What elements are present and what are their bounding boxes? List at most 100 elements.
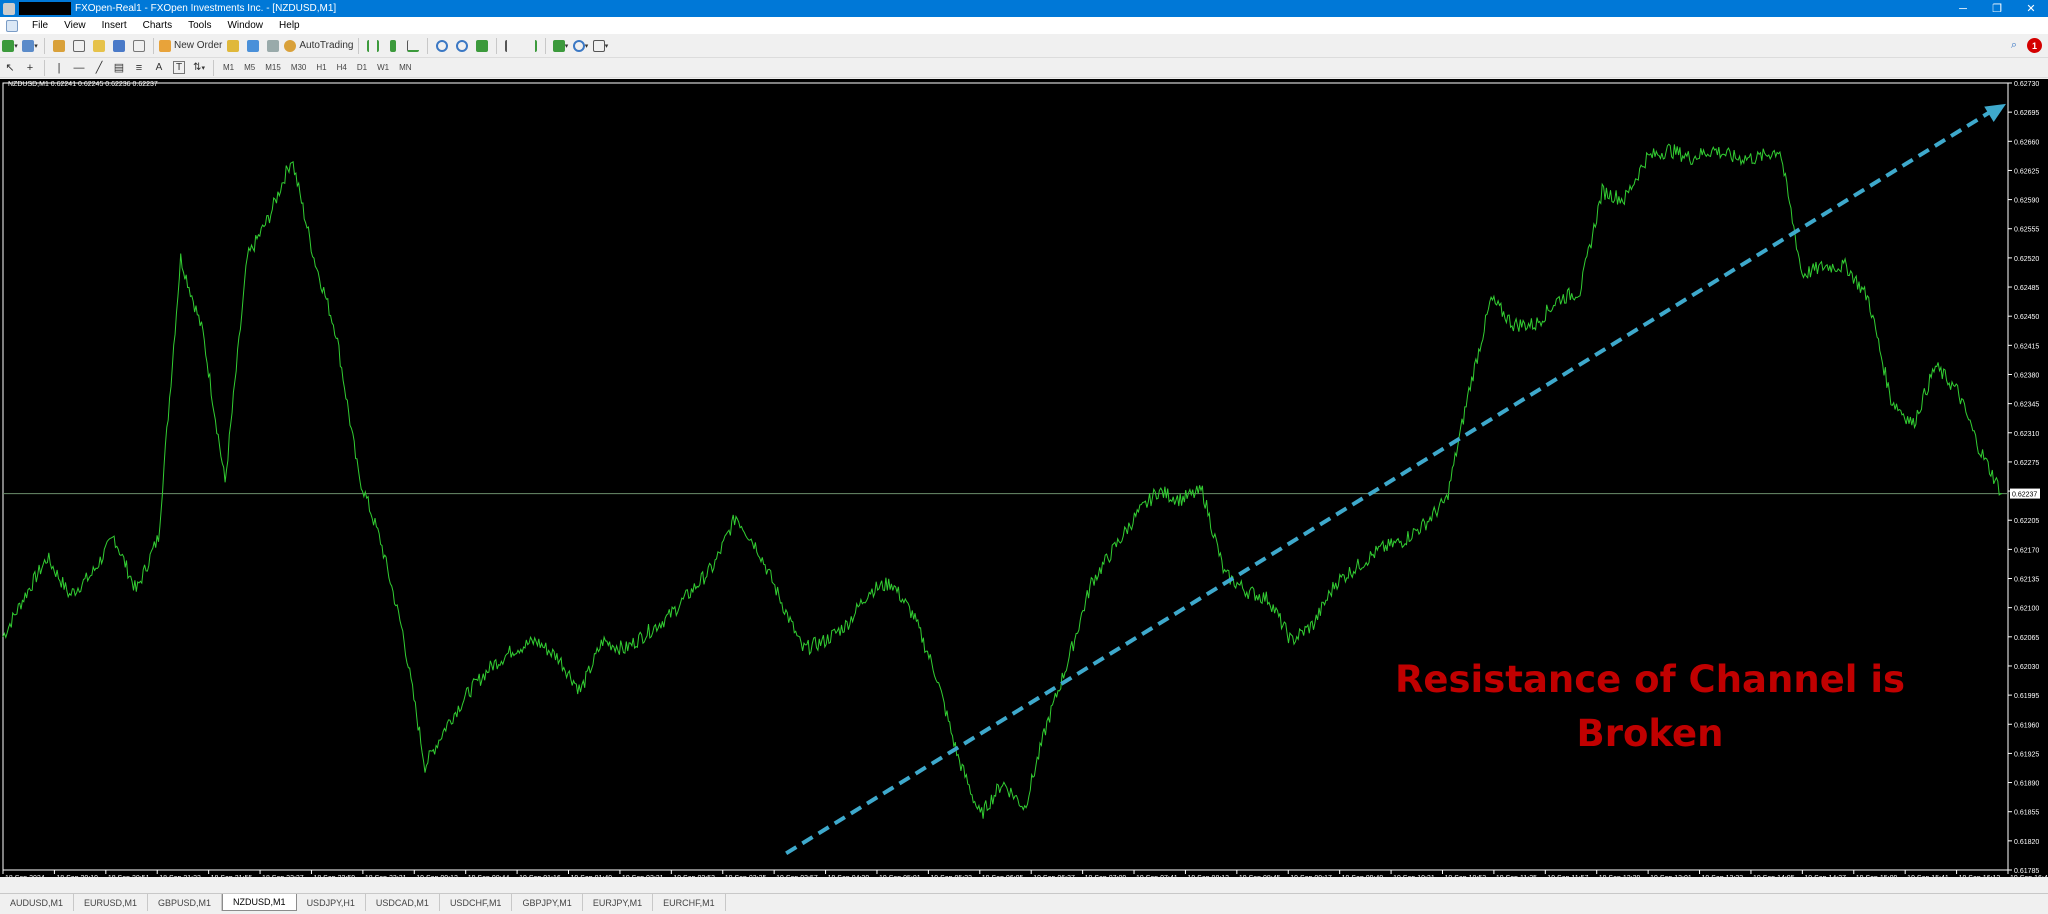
y-tick-label: 0.62170 [2014, 547, 2039, 554]
cursor-tool-button[interactable]: ↖ [1, 59, 19, 77]
timeframe-m1[interactable]: M1 [218, 63, 239, 72]
new-chart-button[interactable]: ▾ [1, 37, 19, 55]
timeframe-m30[interactable]: M30 [286, 63, 312, 72]
chart-tab[interactable]: AUDUSD,M1 [0, 894, 75, 911]
y-tick-label: 0.62030 [2014, 664, 2039, 671]
x-tick-label: 19 Sep 07:41 [1136, 875, 1178, 877]
terminal-icon [113, 39, 125, 52]
timeframe-m15[interactable]: M15 [260, 63, 286, 72]
x-tick-label: 19 Sep 01:49 [571, 875, 613, 877]
title-bar: FXOpen-Real1 - FXOpen Investments Inc. -… [0, 0, 2048, 17]
new-order-label: New Order [174, 40, 223, 51]
zoom-in-button[interactable] [433, 37, 451, 55]
templates-button[interactable]: ▾ [591, 37, 609, 55]
chart-tab[interactable]: USDCHF,M1 [440, 894, 513, 911]
menu-view[interactable]: View [56, 20, 94, 31]
timeframe-w1[interactable]: W1 [372, 63, 394, 72]
arrows-button[interactable]: ⇅ ▾ [190, 59, 208, 77]
x-tick-label: 19 Sep 14:05 [1753, 875, 1795, 877]
x-tick-label: 19 Sep 08:45 [1239, 875, 1281, 877]
data-window-button[interactable] [70, 37, 88, 55]
cursor-icon: ↖ [5, 62, 15, 74]
label-tool-button[interactable]: T [170, 59, 188, 77]
y-tick-label: 0.61890 [2014, 781, 2039, 788]
menu-window[interactable]: Window [219, 20, 271, 31]
x-tick-label: 19 Sep 15:09 [1856, 875, 1898, 877]
menu-charts[interactable]: Charts [135, 20, 180, 31]
x-tick-label: 19 Sep 01:16 [519, 875, 561, 877]
crosshair-tool-button[interactable]: + [21, 59, 39, 77]
menu-file[interactable]: File [24, 20, 56, 31]
menu-tools[interactable]: Tools [180, 20, 219, 31]
market-button[interactable] [264, 37, 282, 55]
x-tick-label: 19 Sep 05:33 [930, 875, 972, 877]
market-watch-button[interactable] [50, 37, 68, 55]
dropdown-arrow-icon: ▾ [564, 42, 569, 50]
metaeditor-button[interactable] [224, 37, 242, 55]
chart-shift-button[interactable] [502, 37, 520, 55]
market-watch-icon [53, 39, 65, 52]
vertical-line-button[interactable]: | [50, 59, 68, 77]
chart-tab[interactable]: GBPJPY,M1 [512, 894, 583, 911]
chart-tab[interactable]: USDJPY,H1 [297, 894, 366, 911]
x-tick-label: 19 Sep 03:57 [776, 875, 818, 877]
tile-windows-button[interactable] [473, 37, 491, 55]
menu-help[interactable]: Help [271, 20, 308, 31]
strategy-tester-button[interactable] [130, 37, 148, 55]
chart-tab[interactable]: GBPUSD,M1 [148, 894, 223, 911]
standard-toolbar: ▾ ▾ New Order AutoTrading ▾ ▾ ▾ [0, 34, 2048, 58]
signals-button[interactable] [244, 37, 262, 55]
x-tick-label: 19 Sep 03:25 [725, 875, 767, 877]
timeframe-m5[interactable]: M5 [239, 63, 260, 72]
notification-badge[interactable]: 1 [2027, 38, 2042, 53]
x-tick-label: 19 Sep 12:29 [1599, 875, 1641, 877]
profiles-button[interactable]: ▾ [21, 37, 39, 55]
zoom-out-button[interactable] [453, 37, 471, 55]
templates-icon [592, 39, 605, 52]
minimize-button[interactable]: ─ [1946, 0, 1980, 17]
x-tick-label: 19 Sep 02:21 [622, 875, 664, 877]
indicators-button[interactable]: ▾ [551, 37, 569, 55]
x-tick-label: 19 Sep 07:09 [1085, 875, 1127, 877]
trendline-button[interactable]: ╱ [90, 59, 108, 77]
new-order-icon [159, 39, 171, 52]
y-tick-label: 0.62205 [2014, 518, 2039, 525]
autoscroll-button[interactable] [522, 37, 540, 55]
chart-tab[interactable]: EURUSD,M1 [74, 894, 149, 911]
candlestick-button[interactable] [384, 37, 402, 55]
periods-button[interactable]: ▾ [571, 37, 589, 55]
chart-tab[interactable]: EURCHF,M1 [653, 894, 726, 911]
search-icon[interactable]: ⌕ [2011, 39, 2017, 52]
tester-icon [133, 39, 145, 52]
close-button[interactable]: ✕ [2014, 0, 2048, 17]
equidistant-channel-button[interactable]: ▤ [110, 59, 128, 77]
chart-tab[interactable]: USDCAD,M1 [366, 894, 440, 911]
navigator-icon [93, 39, 105, 52]
horizontal-line-button[interactable]: — [70, 59, 88, 77]
line-chart-button[interactable] [404, 37, 422, 55]
market-icon [267, 39, 280, 52]
chart-window-icon[interactable] [6, 19, 18, 32]
bar-chart-button[interactable] [364, 37, 382, 55]
timeframe-h4[interactable]: H4 [332, 63, 352, 72]
autotrading-button[interactable]: AutoTrading [284, 37, 353, 55]
new-order-button[interactable]: New Order [159, 37, 222, 55]
timeframe-d1[interactable]: D1 [352, 63, 372, 72]
chart-tab[interactable]: NZDUSD,M1 [222, 894, 297, 911]
chart-area[interactable]: 0.62730 0.62695 0.62660 0.62625 0.62590 0.625… [0, 79, 2048, 877]
chart-tab[interactable]: EURJPY,M1 [583, 894, 654, 911]
window-title: FXOpen-Real1 - FXOpen Investments Inc. -… [75, 3, 337, 14]
x-tick-label: 19 Sep 10:21 [1393, 875, 1435, 877]
timeframe-mn[interactable]: MN [394, 63, 416, 72]
terminal-button[interactable] [110, 37, 128, 55]
label-tool-label: T [172, 61, 186, 74]
menu-insert[interactable]: Insert [94, 20, 135, 31]
toolbar-separator [44, 59, 45, 76]
navigator-button[interactable] [90, 37, 108, 55]
restore-button[interactable]: ❐ [1980, 0, 2014, 17]
app-icon [3, 2, 15, 15]
timeframe-h1[interactable]: H1 [311, 63, 331, 72]
fibonacci-button[interactable]: ≡ [130, 59, 148, 77]
tile-windows-icon [476, 39, 489, 52]
text-tool-button[interactable]: A [150, 59, 168, 77]
